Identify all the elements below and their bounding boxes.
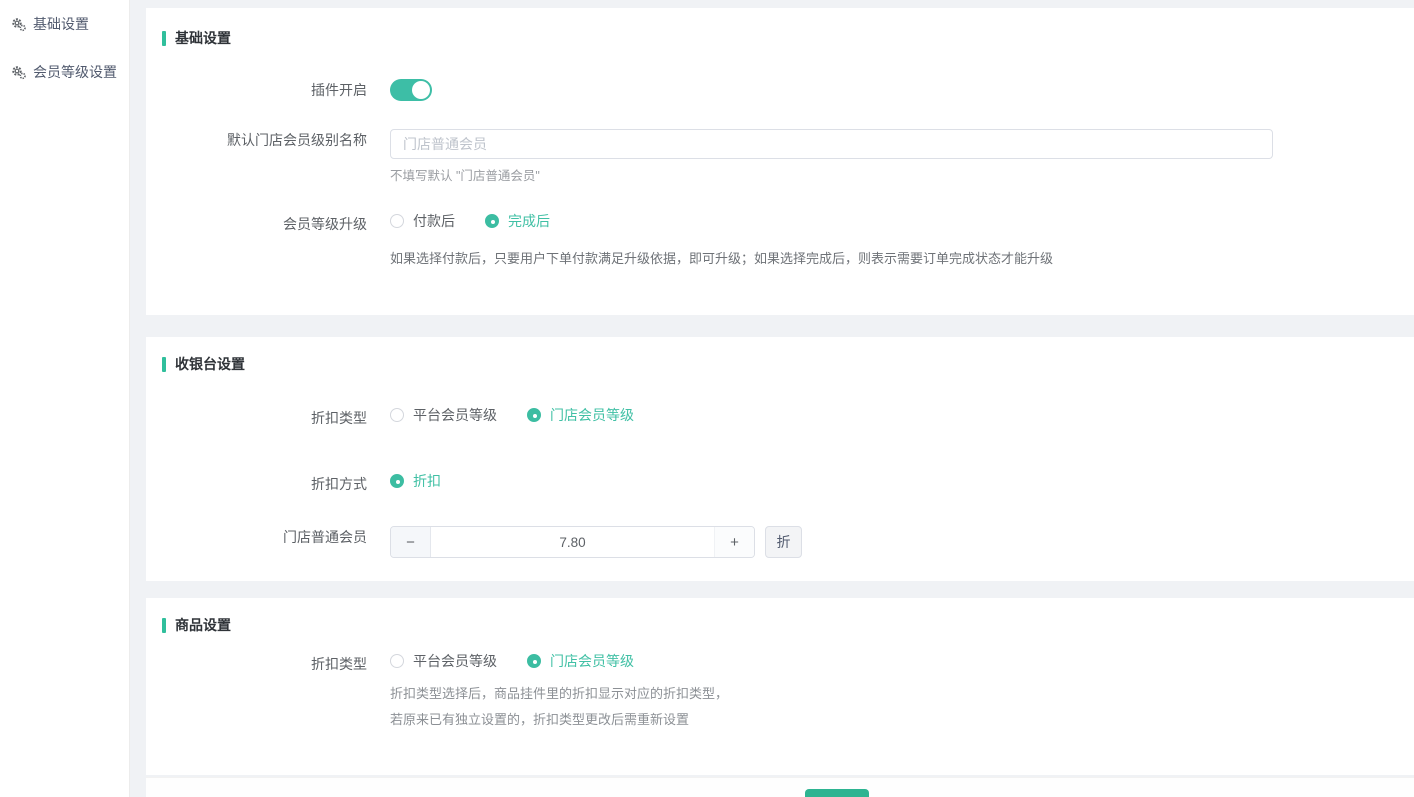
radio-icon [485, 214, 499, 228]
section-bar [162, 357, 166, 372]
upgrade-hint: 如果选择付款后，只要用户下单付款满足升级依据，即可升级；如果选择完成后，则表示需… [390, 249, 1053, 269]
unit-button[interactable]: 折 [765, 526, 802, 558]
sidebar-item-label: 基础设置 [33, 14, 89, 34]
default-name-input[interactable] [390, 129, 1273, 159]
product-discount-hint: 折扣类型选择后，商品挂件里的折扣显示对应的折扣类型， 若原来已有独立设置的，折扣… [390, 681, 728, 733]
section-bar [162, 31, 166, 46]
radio-icon [390, 408, 404, 422]
radio-platform-member-level[interactable]: 平台会员等级 [390, 653, 497, 669]
plugin-enable-toggle[interactable] [390, 79, 432, 101]
discount-method-label: 折扣方式 [146, 473, 367, 495]
plugin-enable-label: 插件开启 [146, 79, 367, 101]
sidebar-item-basic-settings[interactable]: 基础设置 [0, 4, 129, 44]
main-content: 基础设置 插件开启 默认门店会员级别名称 不填写默认 "门店普通会员" 会员等 [146, 0, 1414, 797]
radio-platform-member-level[interactable]: 平台会员等级 [390, 407, 497, 423]
discount-type-radio-group: 平台会员等级 门店会员等级 [390, 407, 634, 423]
radio-store-member-level[interactable]: 门店会员等级 [527, 653, 634, 669]
sidebar: 基础设置 会员等级设置 [0, 0, 130, 797]
member-level-label: 门店普通会员 [146, 526, 367, 548]
section-bar [162, 618, 166, 633]
section-title: 商品设置 [175, 615, 231, 635]
cogs-icon [11, 17, 26, 32]
radio-icon [527, 408, 541, 422]
radio-after-completion[interactable]: 完成后 [485, 213, 550, 229]
discount-type-label: 折扣类型 [146, 407, 367, 429]
discount-method-radio-group: 折扣 [390, 473, 441, 489]
discount-type-label: 折扣类型 [146, 653, 367, 675]
upgrade-radio-group: 付款后 完成后 [390, 213, 1053, 229]
section-header: 商品设置 [146, 598, 1414, 635]
increase-button[interactable]: + [714, 527, 754, 557]
radio-discount[interactable]: 折扣 [390, 473, 441, 489]
basic-settings-section: 基础设置 插件开启 默认门店会员级别名称 不填写默认 "门店普通会员" 会员等 [146, 8, 1414, 315]
sidebar-item-label: 会员等级设置 [33, 62, 117, 82]
app-window: 基础设置 会员等级设置 基础设置 插件开启 [0, 0, 1414, 797]
section-header: 基础设置 [146, 8, 1414, 48]
toggle-knob [412, 81, 430, 99]
discount-stepper: − + [390, 526, 755, 558]
section-header: 收银台设置 [146, 337, 1414, 374]
radio-after-payment[interactable]: 付款后 [390, 213, 455, 229]
section-title: 基础设置 [175, 28, 231, 48]
product-settings-section: 商品设置 折扣类型 平台会员等级 门店会员等级 [146, 598, 1414, 775]
decrease-button[interactable]: − [391, 527, 431, 557]
radio-icon [390, 654, 404, 668]
product-discount-type-radio-group: 平台会员等级 门店会员等级 [390, 653, 728, 669]
default-name-label: 默认门店会员级别名称 [146, 129, 367, 151]
cashier-settings-section: 收银台设置 折扣类型 平台会员等级 门店会员等级 [146, 337, 1414, 581]
radio-icon [390, 474, 404, 488]
default-name-hint: 不填写默认 "门店普通会员" [390, 168, 1273, 184]
upgrade-label: 会员等级升级 [146, 213, 367, 235]
cogs-icon [11, 65, 26, 80]
save-button[interactable] [805, 789, 869, 797]
radio-store-member-level[interactable]: 门店会员等级 [527, 407, 634, 423]
section-title: 收银台设置 [175, 354, 245, 374]
footer-bar [146, 777, 1414, 797]
radio-icon [390, 214, 404, 228]
sidebar-item-member-level-settings[interactable]: 会员等级设置 [0, 52, 129, 92]
radio-icon [527, 654, 541, 668]
discount-value-input[interactable] [431, 527, 714, 557]
